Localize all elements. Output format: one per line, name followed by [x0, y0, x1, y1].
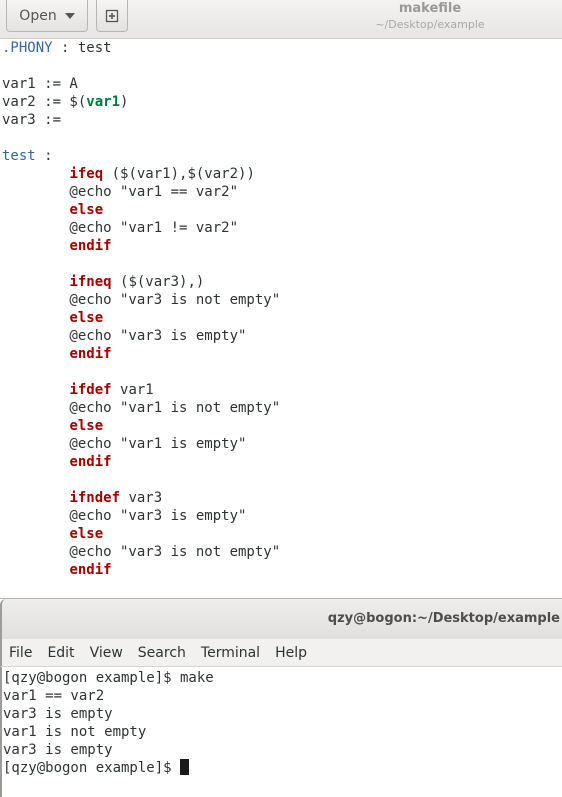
code-line: endif	[69, 346, 112, 362]
code-line: endif	[69, 238, 112, 254]
menu-file[interactable]: File	[2, 645, 40, 661]
terminal-menubar: File Edit View Search Terminal Help	[0, 639, 562, 667]
terminal-title: qzy@bogon:~/Desktop/example	[327, 611, 560, 626]
code-line: @echo "var3 is not empty"	[2, 544, 281, 560]
code-line: var1 := A	[2, 76, 78, 92]
terminal-line: var1 == var2	[3, 688, 105, 704]
code-line: var2 := $(var1)	[2, 94, 129, 110]
code-line: endif	[69, 562, 112, 578]
new-document-button[interactable]	[96, 0, 128, 32]
menu-edit[interactable]: Edit	[40, 645, 82, 661]
terminal-title-bar[interactable]: qzy@bogon:~/Desktop/example	[0, 599, 562, 639]
terminal-line: var3 is empty	[3, 742, 113, 758]
terminal-window: qzy@bogon:~/Desktop/example File Edit Vi…	[0, 598, 562, 797]
editor-header-bar: Open makefile ~/Desktop/example	[0, 0, 562, 39]
code-line: else	[69, 310, 104, 326]
terminal-output[interactable]: [qzy@bogon example]$ make var1 == var2 v…	[0, 667, 562, 797]
code-line: @echo "var3 is empty"	[2, 328, 247, 344]
terminal-line: [qzy@bogon example]$ make	[3, 670, 214, 686]
code-line: @echo "var1 == var2"	[2, 184, 239, 200]
menu-help[interactable]: Help	[268, 645, 315, 661]
terminal-prompt: [qzy@bogon example]$	[3, 760, 181, 776]
chevron-down-icon	[64, 12, 75, 19]
code-line: else	[69, 202, 104, 218]
code-line: ifeq ($(var1),$(var2))	[69, 166, 255, 182]
gedit-window: Open makefile ~/Desktop/example .PHONY :…	[0, 0, 562, 598]
code-line: @echo "var1 is not empty"	[2, 400, 281, 416]
code-editor[interactable]: .PHONY : test var1 := A var2 := $(var1) …	[2, 39, 280, 579]
menu-search[interactable]: Search	[131, 645, 194, 661]
code-line: @echo "var1 != var2"	[2, 220, 239, 236]
terminal-cursor	[180, 759, 190, 775]
code-line: ifdef var1	[69, 382, 154, 398]
code-line: else	[69, 526, 104, 542]
open-button-label: Open	[19, 7, 57, 24]
open-button[interactable]: Open	[6, 0, 88, 32]
menu-terminal[interactable]: Terminal	[194, 645, 268, 661]
terminal-line: var3 is empty	[3, 706, 113, 722]
code-line: else	[69, 418, 104, 434]
window-title: makefile ~/Desktop/example	[330, 0, 530, 31]
menu-view[interactable]: View	[83, 645, 131, 661]
code-line: @echo "var3 is empty"	[2, 508, 247, 524]
terminal-prompt-line[interactable]: [qzy@bogon example]$	[2, 759, 562, 777]
code-line: endif	[69, 454, 112, 470]
code-line: var3 :=	[2, 112, 62, 128]
code-line: ifndef var3	[69, 490, 163, 506]
new-document-icon	[105, 9, 119, 22]
terminal-line: var1 is not empty	[3, 724, 147, 740]
code-line: @echo "var3 is not empty"	[2, 292, 281, 308]
file-name: makefile	[398, 1, 462, 16]
code-line: .PHONY : test	[2, 40, 112, 56]
file-path: ~/Desktop/example	[375, 18, 485, 31]
code-line: test :	[2, 148, 53, 164]
code-line: ifneq ($(var3),)	[69, 274, 205, 290]
code-line: @echo "var1 is empty"	[2, 436, 247, 452]
